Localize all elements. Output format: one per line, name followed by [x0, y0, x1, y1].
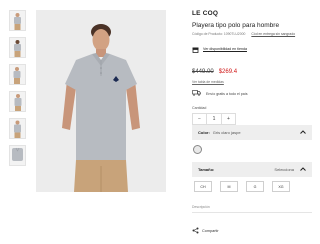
size-option-m[interactable]: M	[220, 181, 238, 192]
product-info: LE COQ Playera tipo polo para hombre Cód…	[192, 10, 310, 125]
thumbnail-strip	[9, 10, 27, 172]
size-option-ch[interactable]: CH	[194, 181, 212, 192]
color-label: Color:	[198, 130, 210, 135]
color-value: Gris claro jaspe	[212, 130, 241, 135]
price-row: $449.00 $269.4	[192, 69, 310, 75]
share-button[interactable]: Compartir	[192, 227, 219, 235]
thumbnail-1[interactable]	[9, 10, 26, 31]
size-option-xg[interactable]: XG	[272, 181, 290, 192]
chevron-up-icon	[300, 130, 306, 135]
description-label[interactable]: Descripción	[192, 205, 210, 209]
size-guide-link[interactable]: Ver tabla de medidas	[192, 80, 310, 84]
store-availability[interactable]: Ver disponibilidad en tienda	[192, 40, 310, 58]
product-code-row: Código de Producto: 1090TLU2000 Cód en e…	[192, 32, 310, 36]
quantity-increase-button[interactable]: +	[222, 113, 236, 125]
color-accordion[interactable]: Color: Gris claro jaspe	[192, 125, 312, 140]
share-icon	[192, 227, 199, 235]
thumbnail-6[interactable]	[9, 145, 26, 166]
size-label: Tamaño:	[198, 167, 215, 172]
thumbnail-3[interactable]	[9, 64, 26, 85]
size-accordion[interactable]: Tamaño: Selecciona	[192, 162, 312, 177]
quantity-value[interactable]: 1	[206, 113, 222, 125]
store-availability-link[interactable]: Ver disponibilidad en tienda	[203, 47, 247, 51]
old-price: $449.00	[192, 69, 214, 75]
product-main-image[interactable]	[36, 10, 166, 192]
share-label: Compartir	[202, 229, 219, 233]
shipping-text: Envío gratis a todo el país	[206, 91, 248, 96]
store-icon	[192, 40, 199, 58]
divider	[192, 212, 312, 213]
sale-price: $269.4	[218, 69, 238, 75]
size-option-g[interactable]: G	[246, 181, 264, 192]
product-brand: LE COQ	[192, 10, 219, 17]
size-options: CH M G XG	[194, 181, 290, 192]
thumbnail-5[interactable]	[9, 118, 26, 139]
quantity-stepper: − 1 +	[192, 113, 310, 125]
size-selected: Selecciona	[274, 167, 294, 172]
thumbnail-2[interactable]	[9, 37, 26, 58]
product-code: Código de Producto: 1090TLU2000	[192, 32, 246, 36]
shipping-info: Envío gratis a todo el país	[192, 90, 310, 97]
thumbnail-4[interactable]	[9, 91, 26, 112]
color-swatch[interactable]	[193, 145, 202, 154]
truck-icon	[192, 90, 201, 97]
product-title: Playera tipo polo para hombre	[192, 22, 280, 29]
quantity-decrease-button[interactable]: −	[192, 113, 206, 125]
quantity-label: Cantidad	[192, 106, 207, 110]
chevron-up-icon	[300, 167, 306, 172]
consult-link[interactable]: Cód en entrega sin sangrado	[251, 32, 295, 36]
